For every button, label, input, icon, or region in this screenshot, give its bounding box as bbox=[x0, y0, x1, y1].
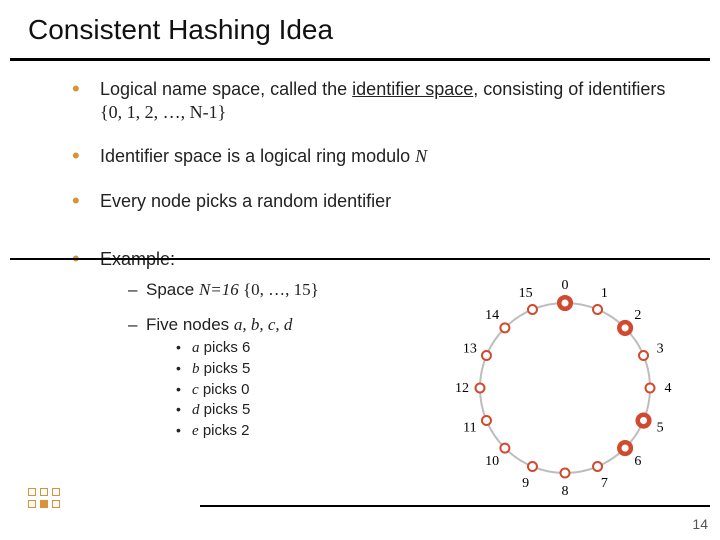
ring-diagram: 0123456789101112131415 bbox=[440, 276, 690, 506]
ring-label-3: 3 bbox=[657, 342, 664, 357]
ring-node-5 bbox=[638, 415, 650, 427]
deco-sq bbox=[52, 500, 60, 508]
ring-node-15 bbox=[528, 305, 537, 314]
ring-label-14: 14 bbox=[485, 308, 499, 323]
divider-rule bbox=[10, 258, 710, 260]
title-rule bbox=[10, 58, 710, 61]
v: d bbox=[192, 402, 200, 418]
text: Space bbox=[146, 280, 199, 299]
ring-label-5: 5 bbox=[657, 420, 664, 435]
set-notation: {0, 1, 2, …, N-1} bbox=[100, 102, 226, 122]
text: Five nodes bbox=[146, 315, 234, 334]
t: picks 0 bbox=[199, 381, 250, 398]
footer-rule bbox=[200, 505, 710, 507]
v: a bbox=[192, 340, 200, 356]
ring-node-7 bbox=[593, 462, 602, 471]
ring-label-13: 13 bbox=[463, 342, 477, 357]
text: Identifier space is a logical ring modul… bbox=[100, 146, 415, 166]
ring-node-4 bbox=[646, 384, 655, 393]
ring-label-2: 2 bbox=[634, 308, 641, 323]
ring-label-4: 4 bbox=[665, 381, 672, 396]
ring-node-14 bbox=[500, 323, 509, 332]
ring-label-1: 1 bbox=[601, 286, 608, 301]
deco-sq bbox=[52, 488, 60, 496]
ring-label-12: 12 bbox=[455, 381, 469, 396]
vars: a, b, c, d bbox=[234, 315, 293, 334]
ring-node-2 bbox=[619, 322, 631, 334]
text: , consisting of identifiers bbox=[473, 79, 665, 99]
ring-label-0: 0 bbox=[562, 278, 569, 293]
slide-title: Consistent Hashing Idea bbox=[28, 14, 333, 46]
var-n: N bbox=[415, 146, 427, 166]
ring-label-9: 9 bbox=[522, 476, 529, 491]
ring-label-7: 7 bbox=[601, 476, 608, 491]
ring-node-12 bbox=[476, 384, 485, 393]
ring-node-13 bbox=[482, 351, 491, 360]
deco-sq bbox=[28, 488, 36, 496]
set: {0, …, 15} bbox=[239, 280, 319, 299]
ring-label-6: 6 bbox=[634, 454, 641, 469]
bullet-2: Identifier space is a logical ring modul… bbox=[72, 145, 692, 168]
ring-label-15: 15 bbox=[519, 286, 533, 301]
ring-node-0 bbox=[559, 297, 571, 309]
t: picks 5 bbox=[200, 401, 251, 418]
var: N=16 bbox=[199, 280, 239, 299]
deco-sq bbox=[40, 488, 48, 496]
ring-label-11: 11 bbox=[463, 420, 476, 435]
v: e bbox=[192, 423, 199, 439]
ring-node-8 bbox=[561, 469, 570, 478]
deco-sq bbox=[40, 500, 48, 508]
ring-label-10: 10 bbox=[485, 454, 499, 469]
ring-node-3 bbox=[639, 351, 648, 360]
page-number: 14 bbox=[692, 516, 708, 532]
ring-node-9 bbox=[528, 462, 537, 471]
footer-decor bbox=[28, 488, 98, 516]
bullet-1: Logical name space, called the identifie… bbox=[72, 78, 692, 123]
text: Logical name space, called the bbox=[100, 79, 352, 99]
v: c bbox=[192, 382, 199, 398]
ring-node-10 bbox=[500, 444, 509, 453]
t: picks 2 bbox=[199, 422, 250, 439]
ring-node-6 bbox=[619, 442, 631, 454]
slide: Consistent Hashing Idea Logical name spa… bbox=[0, 0, 720, 540]
bullet-3: Every node picks a random identifier bbox=[72, 190, 692, 213]
ring-node-11 bbox=[482, 416, 491, 425]
deco-sq bbox=[28, 500, 36, 508]
ring-label-8: 8 bbox=[562, 484, 569, 499]
v: b bbox=[192, 361, 200, 377]
t: picks 6 bbox=[200, 339, 251, 356]
underlined-term: identifier space bbox=[352, 79, 473, 99]
ring-node-1 bbox=[593, 305, 602, 314]
t: picks 5 bbox=[200, 360, 251, 377]
